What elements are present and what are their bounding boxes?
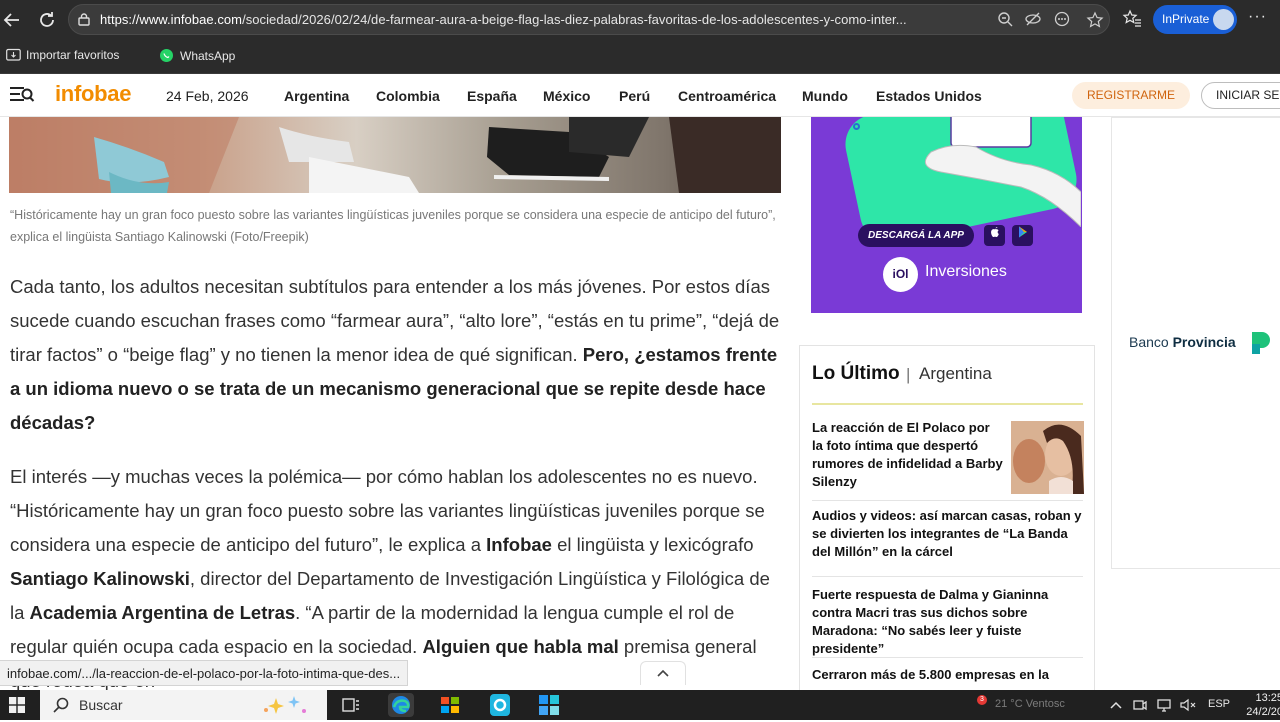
chevron-up-icon xyxy=(657,669,669,677)
p2-text-c: el lingüista y lexicógrafo xyxy=(557,534,754,555)
camera-tray-icon[interactable] xyxy=(1133,698,1147,712)
p2-bold-kalinowski: Santiago Kalinowski xyxy=(10,568,190,589)
language-indicator[interactable]: ESP xyxy=(1208,698,1230,710)
tray-chevron-up-icon[interactable] xyxy=(1110,699,1122,711)
nav-mundo[interactable]: Mundo xyxy=(802,88,848,104)
windows-start-icon[interactable] xyxy=(9,697,25,713)
site-logo[interactable]: infobae xyxy=(55,81,131,107)
import-favorites-item[interactable]: Importar favoritos xyxy=(6,48,119,62)
refresh-icon[interactable] xyxy=(35,8,59,32)
tracking-prevention-icon[interactable] xyxy=(1024,11,1042,29)
latest-item[interactable]: Cerraron más de 5.800 empresas en la xyxy=(812,666,1084,684)
item-divider xyxy=(812,657,1083,658)
header-date: 24 Feb, 2026 xyxy=(166,88,249,104)
banco-word: Banco xyxy=(1129,334,1169,350)
latest-item[interactable]: Audios y videos: así marcan casas, roban… xyxy=(812,507,1084,561)
zoom-icon[interactable] xyxy=(996,11,1014,29)
nav-estados-unidos[interactable]: Estados Unidos xyxy=(876,88,982,104)
apple-store-icon[interactable] xyxy=(984,225,1005,246)
provincia-word: Provincia xyxy=(1172,334,1236,350)
menu-search-icon[interactable] xyxy=(9,85,35,110)
weather-text[interactable]: 21 °C Ventosc xyxy=(995,698,1065,710)
folder-import-icon xyxy=(6,48,21,61)
iol-ad-banner[interactable]: DESCARGÁ LA APP iOl Inversiones xyxy=(811,117,1082,313)
grid-app-taskbar-icon[interactable] xyxy=(536,693,562,717)
clock-time: 13:25 xyxy=(1255,692,1280,704)
iol-logo: iOl xyxy=(883,257,918,292)
favorite-star-icon[interactable] xyxy=(1086,11,1104,29)
banco-provincia-text: Banco Provincia xyxy=(1129,334,1236,350)
latest-category[interactable]: Argentina xyxy=(919,364,992,384)
app-taskbar-icon[interactable] xyxy=(487,693,513,717)
system-clock[interactable]: 13:25 24/2/20 xyxy=(1238,691,1280,719)
network-icon[interactable] xyxy=(1157,698,1171,712)
latest-separator: | xyxy=(906,365,911,384)
photo-caption: “Históricamente hay un gran foco puesto … xyxy=(10,208,776,244)
latest-underline xyxy=(812,403,1083,405)
banco-provincia-logo-icon xyxy=(1252,332,1270,354)
item-divider xyxy=(812,500,1083,501)
latest-news-widget: Lo Último | Argentina La reacción de El … xyxy=(799,345,1095,690)
search-icon xyxy=(53,697,69,713)
back-icon[interactable] xyxy=(0,8,24,32)
status-bar-link: infobae.com/.../la-reaccion-de-el-polaco… xyxy=(0,660,409,686)
register-button[interactable]: REGISTRARME xyxy=(1072,82,1190,109)
favorites-icon[interactable] xyxy=(1120,8,1144,32)
whatsapp-label: WhatsApp xyxy=(180,49,236,63)
latest-item[interactable]: La reacción de El Polaco por la foto ínt… xyxy=(812,419,1004,491)
nav-peru[interactable]: Perú xyxy=(619,88,650,104)
nav-colombia[interactable]: Colombia xyxy=(376,88,440,104)
article-paragraph-1: Cada tanto, los adultos necesitan subtít… xyxy=(10,270,785,440)
browser-toolbar: https://www.infobae.com/sociedad/2026/02… xyxy=(0,0,1280,40)
search-highlight-icon xyxy=(264,696,306,714)
google-play-icon[interactable] xyxy=(1012,225,1033,246)
settings-more-icon[interactable]: ··· xyxy=(1248,8,1267,26)
whatsapp-icon xyxy=(160,49,173,62)
ad-dot xyxy=(853,123,860,130)
windows-taskbar: Buscar 3 21 °C Ventosc ESP 13:25 24/2/20 xyxy=(0,690,1280,720)
p2-bold-infobae: Infobae xyxy=(486,534,552,555)
more-tools-icon[interactable] xyxy=(1053,11,1071,29)
favorites-bar: Importar favoritos WhatsApp xyxy=(0,40,1280,74)
p2-bold-academia: Academia Argentina de Letras xyxy=(29,602,296,623)
lock-icon[interactable] xyxy=(77,12,91,26)
taskbar-search-box[interactable]: Buscar xyxy=(40,690,327,720)
nav-mexico[interactable]: México xyxy=(543,88,590,104)
latest-item[interactable]: Fuerte respuesta de Dalma y Gianinna con… xyxy=(812,586,1084,658)
banco-provincia-ad[interactable]: Banco Provincia xyxy=(1111,117,1280,569)
scroll-up-button[interactable] xyxy=(640,661,686,685)
nav-centroamerica[interactable]: Centroamérica xyxy=(678,88,776,104)
nav-espana[interactable]: España xyxy=(467,88,517,104)
item-divider xyxy=(812,576,1083,577)
profile-avatar xyxy=(1213,9,1234,30)
store-taskbar-icon[interactable] xyxy=(437,693,463,717)
inprivate-label: InPrivate xyxy=(1162,12,1210,26)
import-favorites-label: Importar favoritos xyxy=(26,48,120,62)
hand-phone-illustration xyxy=(924,117,1081,227)
taskbar-search-label: Buscar xyxy=(79,697,123,713)
address-bar[interactable]: https://www.infobae.com/sociedad/2026/02… xyxy=(68,4,1110,35)
edge-taskbar-icon[interactable] xyxy=(388,693,414,717)
whatsapp-favorite[interactable]: WhatsApp xyxy=(159,48,235,63)
url-text[interactable]: https://www.infobae.com/sociedad/2026/02… xyxy=(100,12,980,27)
clock-date: 24/2/20 xyxy=(1246,706,1280,718)
latest-item-thumbnail[interactable] xyxy=(1011,421,1084,494)
iol-brand-name: Inversiones xyxy=(925,263,1007,280)
download-app-pill[interactable]: DESCARGÁ LA APP xyxy=(858,224,974,247)
latest-title: Lo Último xyxy=(812,363,900,384)
task-view-icon[interactable] xyxy=(342,697,360,713)
portrait-thumbnail-image xyxy=(1011,421,1084,494)
nav-argentina[interactable]: Argentina xyxy=(284,88,349,104)
inprivate-button[interactable]: InPrivate xyxy=(1153,5,1237,34)
article-photo xyxy=(9,117,781,193)
volume-muted-icon[interactable] xyxy=(1180,698,1196,712)
sneakers-illustration xyxy=(9,117,781,193)
p2-bold-alguien: Alguien que habla mal xyxy=(422,636,619,657)
login-button[interactable]: INICIAR SES xyxy=(1201,82,1280,109)
notification-badge: 3 xyxy=(977,695,987,705)
site-header: infobae 24 Feb, 2026 Argentina Colombia … xyxy=(0,74,1280,117)
